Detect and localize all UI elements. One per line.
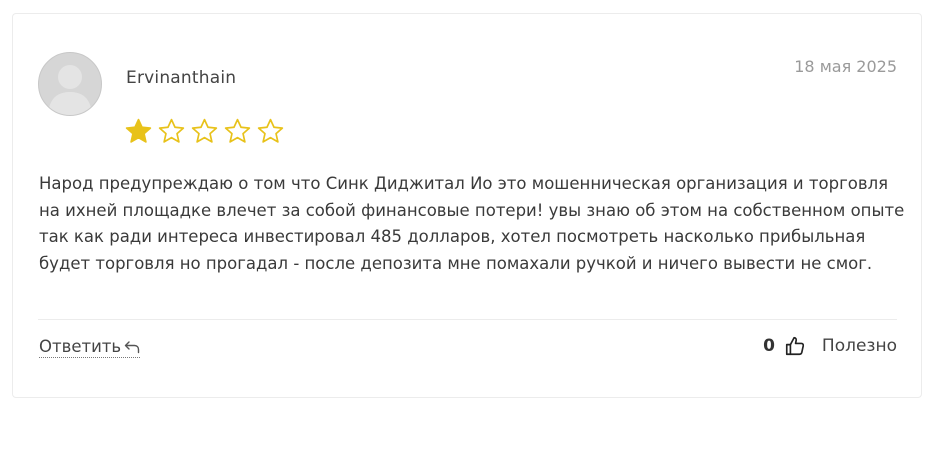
reply-label: Ответить	[39, 337, 122, 356]
reply-arrow-icon	[124, 340, 140, 353]
review-card: Ervinanthain 18 мая 2025 Народ предупреж…	[12, 13, 922, 398]
helpful-button[interactable]	[784, 335, 806, 357]
star-icon	[158, 118, 185, 143]
divider	[38, 319, 897, 320]
review-text: Народ предупреждаю о том что Синк Диджит…	[39, 174, 905, 273]
avatar	[38, 52, 102, 116]
thumbs-up-icon	[785, 336, 805, 356]
review-author: Ervinanthain	[126, 68, 237, 88]
helpful-count: 0	[763, 336, 775, 356]
star-icon	[125, 118, 152, 143]
user-placeholder-icon	[48, 65, 92, 115]
star-icon	[257, 118, 284, 143]
review-date: 18 мая 2025	[794, 57, 897, 76]
star-rating	[124, 117, 285, 146]
star-icon	[224, 118, 251, 143]
helpful-label: Полезно	[821, 336, 897, 356]
reply-button[interactable]: Ответить	[39, 337, 141, 358]
helpful-block: 0 Полезно	[763, 335, 897, 357]
star-icon	[191, 118, 218, 143]
